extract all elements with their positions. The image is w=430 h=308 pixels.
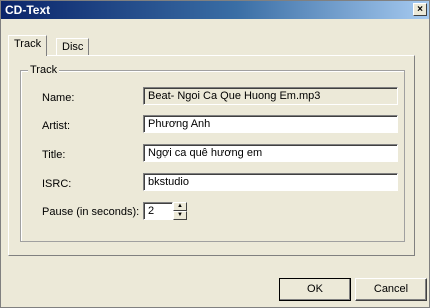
tab-track[interactable]: Track [8,35,48,56]
cancel-button[interactable]: Cancel [355,278,427,301]
isrc-field[interactable]: bkstudio [143,173,398,191]
artist-label: Artist: [42,120,71,132]
window-title: CD-Text [5,3,51,17]
close-icon[interactable]: × [413,3,427,16]
spin-up-icon[interactable]: ▲ [173,202,187,211]
track-group-label: Track [28,64,60,76]
title-bar: CD-Text × [1,1,429,19]
pause-label: Pause (in seconds): [42,206,140,218]
artist-field[interactable]: Phương Anh [143,115,398,133]
title-label: Title: [42,149,66,161]
spin-down-icon[interactable]: ▼ [173,211,187,220]
name-label: Name: [42,92,75,104]
ok-button[interactable]: OK [279,278,351,301]
isrc-label: ISRC: [42,178,72,190]
title-field[interactable]: Ngợi ca quê hương em [143,144,398,162]
pause-input[interactable]: 2 [143,202,173,220]
tab-disc[interactable]: Disc [56,38,90,56]
name-field: Beat- Ngoi Ca Que Huong Em.mp3 [143,87,398,105]
